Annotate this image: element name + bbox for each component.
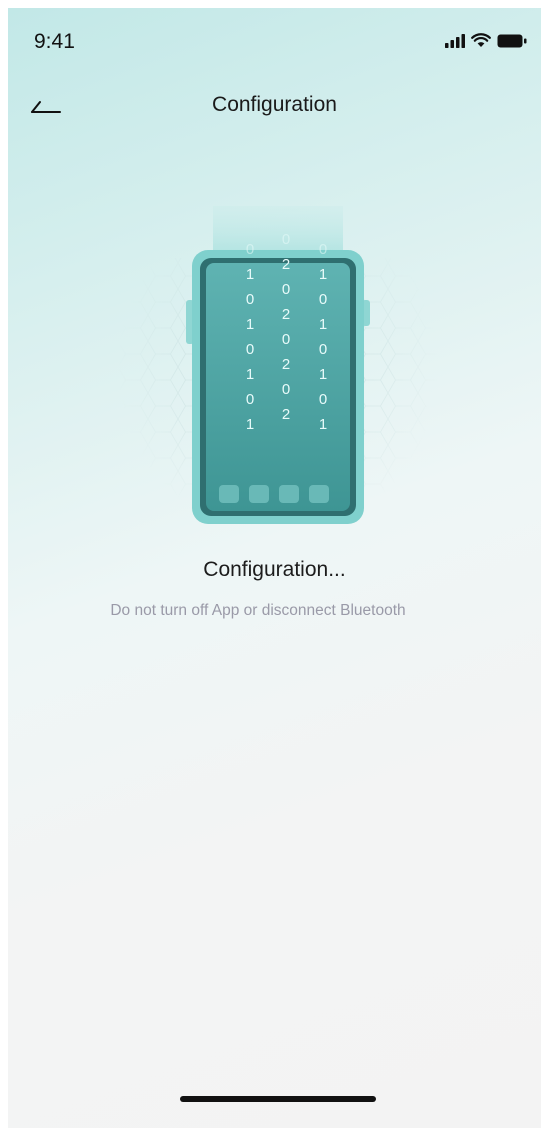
code-digit: 2 xyxy=(282,306,290,323)
code-digit: 1 xyxy=(319,366,327,383)
code-digit: 1 xyxy=(319,316,327,333)
signal-icon xyxy=(445,34,465,48)
code-digit: 0 xyxy=(282,381,290,398)
code-digit: 0 xyxy=(246,291,254,308)
battery-icon xyxy=(497,34,527,48)
home-indicator[interactable] xyxy=(180,1096,376,1102)
dock-app-4 xyxy=(309,485,329,503)
phone-screen xyxy=(206,263,350,511)
code-digit: 0 xyxy=(246,241,254,258)
configuration-status-text: Configuration... xyxy=(203,558,346,581)
dock-app-1 xyxy=(219,485,239,503)
code-digit: 0 xyxy=(282,331,290,348)
code-digit: 1 xyxy=(319,266,327,283)
configuration-screen: 9:41 Configuration 0 1 0 1 0 1 0 1 0 2 0… xyxy=(8,8,541,1128)
code-digit: 0 xyxy=(246,391,254,408)
code-digit: 0 xyxy=(246,341,254,358)
code-digit: 0 xyxy=(282,281,290,298)
wifi-icon xyxy=(471,33,491,47)
code-digit: 2 xyxy=(282,406,290,423)
code-digit: 2 xyxy=(282,256,290,273)
dock-app-3 xyxy=(279,485,299,503)
page-title: Configuration xyxy=(212,93,337,116)
status-time: 9:41 xyxy=(34,30,75,53)
status-icons xyxy=(445,33,527,48)
code-digit: 0 xyxy=(319,341,327,358)
bluetooth-warning-text: Do not turn off App or disconnect Blueto… xyxy=(110,602,406,619)
code-digit: 0 xyxy=(319,391,327,408)
code-digit: 1 xyxy=(246,266,254,283)
phone-firmware-update-icon: 0 1 0 1 0 1 0 1 0 2 0 2 0 2 0 2 0 1 0 1 0 1 0 1 xyxy=(118,206,438,524)
code-digit: 1 xyxy=(246,366,254,383)
code-digit: 0 xyxy=(319,241,327,258)
dock-app-2 xyxy=(249,485,269,503)
code-digit: 2 xyxy=(282,356,290,373)
code-digit: 1 xyxy=(246,316,254,333)
nav-bar: Configuration xyxy=(8,80,541,130)
code-digit: 1 xyxy=(246,416,254,433)
code-digit: 0 xyxy=(319,291,327,308)
code-digit: 0 xyxy=(282,231,290,248)
code-digit: 1 xyxy=(319,416,327,433)
status-bar: 9:41 xyxy=(8,8,541,68)
